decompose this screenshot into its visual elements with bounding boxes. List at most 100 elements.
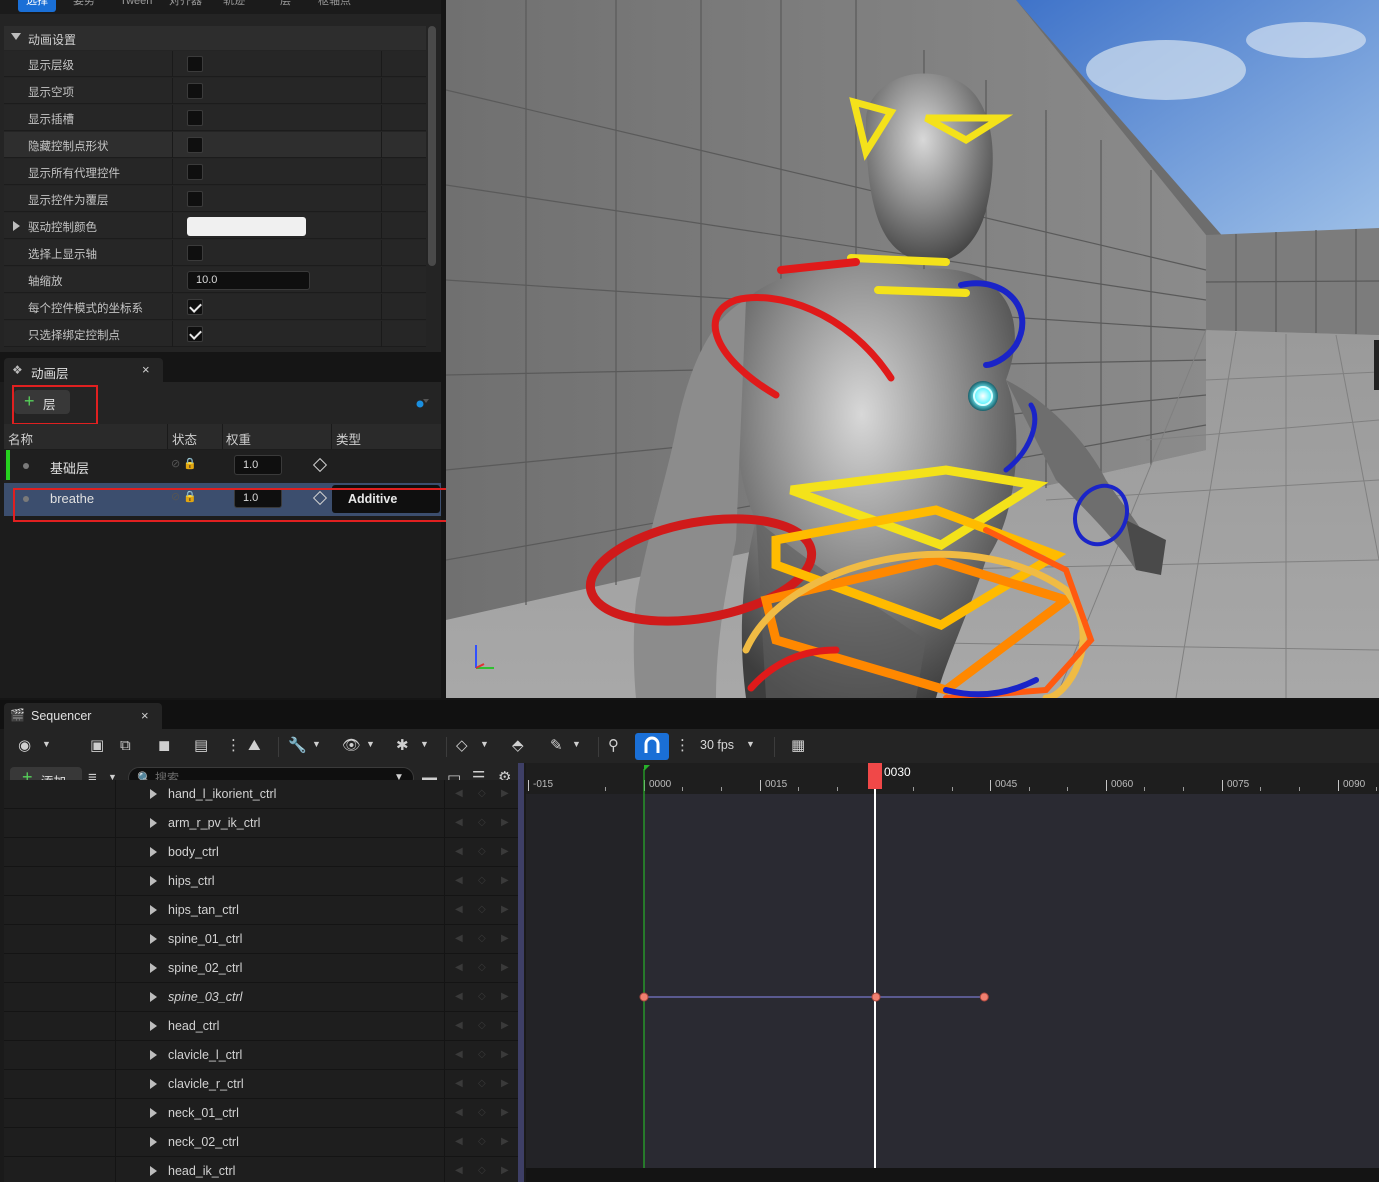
expand-arrow-icon[interactable] [150, 789, 157, 799]
chevron-down-icon[interactable]: ▼ [420, 739, 429, 749]
show-nulls-checkbox[interactable] [187, 83, 203, 99]
expand-arrow-icon[interactable] [150, 1021, 157, 1031]
expand-arrow-icon[interactable] [150, 905, 157, 915]
hide-control-shapes-checkbox[interactable] [187, 137, 203, 153]
collapse-arrow-icon[interactable] [11, 33, 21, 40]
curve-editor-icon[interactable]: ▦ [791, 737, 805, 755]
keyframe-nav[interactable]: ◀ ◇ ▶ [444, 867, 518, 896]
expand-arrow-icon[interactable] [13, 221, 20, 231]
wrench-icon[interactable]: 🔧 [288, 737, 307, 755]
show-axes-checkbox[interactable] [187, 245, 203, 261]
eye-icon[interactable]: 👁 [342, 737, 361, 755]
marker-pin-icon[interactable]: ⚲ [608, 737, 619, 755]
layer-dot-icon[interactable] [23, 496, 29, 502]
tab-pivot[interactable]: 枢轴点 [318, 0, 351, 12]
controls-as-overlay-checkbox[interactable] [187, 191, 203, 207]
add-layer-button[interactable]: + 层 [14, 390, 70, 414]
add-key-icon[interactable] [312, 457, 328, 473]
track-row[interactable]: hand_l_ikorient_ctrl ◀ ◇ ▶ [4, 780, 518, 809]
filter-icon[interactable] [416, 398, 430, 408]
lock-icon[interactable]: ⊘🔒 [171, 490, 200, 503]
keyframe[interactable] [979, 992, 989, 1002]
keyframe-nav[interactable]: ◀ ◇ ▶ [444, 954, 518, 983]
track-row[interactable]: spine_03_ctrl ◀ ◇ ▶ [4, 983, 518, 1012]
close-icon[interactable]: × [141, 708, 149, 723]
track-row[interactable]: neck_02_ctrl ◀ ◇ ▶ [4, 1128, 518, 1157]
add-key-icon[interactable] [312, 490, 328, 506]
track-row[interactable]: spine_01_ctrl ◀ ◇ ▶ [4, 925, 518, 954]
level-viewport[interactable] [446, 0, 1379, 698]
layer-type-dropdown[interactable]: Additive [332, 485, 440, 513]
expand-arrow-icon[interactable] [150, 1166, 157, 1176]
tab-anim-layers[interactable]: ❖ 动画层 × [4, 358, 163, 382]
tab-aligner[interactable]: 对齐器 [169, 0, 202, 12]
chevron-down-icon[interactable]: ▼ [572, 739, 581, 749]
save-icon[interactable]: ▣ [90, 737, 104, 755]
keyframe-nav[interactable]: ◀ ◇ ▶ [444, 896, 518, 925]
tab-select[interactable]: 选择 [18, 0, 56, 12]
expand-arrow-icon[interactable] [150, 876, 157, 886]
playback-options-icon[interactable]: ✱ [396, 737, 409, 755]
keyframe-nav[interactable]: ◀ ◇ ▶ [444, 983, 518, 1012]
more-options-icon[interactable]: ⋮ [226, 737, 241, 755]
chevron-down-icon[interactable]: ▼ [42, 739, 51, 749]
chevron-down-icon[interactable]: ▼ [312, 739, 321, 749]
keyframe-nav[interactable]: ◀ ◇ ▶ [444, 1157, 518, 1182]
select-bound-checkbox[interactable] [187, 326, 203, 342]
find-asset-icon[interactable]: ⧉ [120, 737, 131, 755]
timeline-area[interactable]: -015 0000 0015 0045 0060 0075 0090 0030 [526, 763, 1379, 1182]
keyframe-nav[interactable]: ◀ ◇ ▶ [444, 809, 518, 838]
expand-arrow-icon[interactable] [150, 1137, 157, 1147]
key-diamond-icon[interactable]: ◇ [456, 737, 468, 755]
keyframe[interactable] [639, 992, 649, 1002]
track-row[interactable]: head_ctrl ◀ ◇ ▶ [4, 1012, 518, 1041]
keyframe-nav[interactable]: ◀ ◇ ▶ [444, 1128, 518, 1157]
more-options-icon[interactable]: ⋮ [675, 737, 690, 755]
track-row[interactable]: head_ik_ctrl ◀ ◇ ▶ [4, 1157, 518, 1182]
keyframe-nav[interactable]: ◀ ◇ ▶ [444, 780, 518, 809]
camera-icon[interactable]: ◼ [158, 737, 170, 755]
world-icon[interactable]: ◉ [18, 737, 31, 755]
keyframe-nav[interactable]: ◀ ◇ ▶ [444, 925, 518, 954]
axis-scale-input[interactable]: 10.0 [187, 271, 310, 290]
layer-weight-input[interactable]: 1.0 [234, 455, 282, 475]
layer-dot-icon[interactable] [23, 463, 29, 469]
edit-brush-icon[interactable]: ✎ [550, 737, 563, 755]
chevron-down-icon[interactable]: ▼ [480, 739, 489, 749]
tab-sequencer[interactable]: 🎬 Sequencer × [4, 703, 162, 729]
layer-weight-input[interactable]: 1.0 [234, 488, 282, 508]
driven-color-swatch[interactable] [187, 217, 306, 236]
coord-system-checkbox[interactable] [187, 299, 203, 315]
chevron-down-icon[interactable]: ▼ [366, 739, 375, 749]
show-proxy-controls-checkbox[interactable] [187, 164, 203, 180]
expand-arrow-icon[interactable] [150, 847, 157, 857]
layer-row-breathe[interactable]: breathe ⊘🔒 1.0 Additive [4, 483, 441, 516]
tab-trails[interactable]: 轨迹 [223, 0, 245, 12]
tab-pose[interactable]: 姿势 [73, 0, 95, 12]
track-row[interactable]: clavicle_r_ctrl ◀ ◇ ▶ [4, 1070, 518, 1099]
chevron-down-icon[interactable]: ▼ [746, 739, 755, 749]
expand-arrow-icon[interactable] [150, 1108, 157, 1118]
keyframe-nav[interactable]: ◀ ◇ ▶ [444, 838, 518, 867]
keyframe-nav[interactable]: ◀ ◇ ▶ [444, 1041, 518, 1070]
track-row[interactable]: spine_02_ctrl ◀ ◇ ▶ [4, 954, 518, 983]
layer-row-base[interactable]: 基础层 ⊘🔒 1.0 [4, 450, 441, 483]
expand-arrow-icon[interactable] [150, 934, 157, 944]
snap-toggle-button[interactable] [635, 733, 669, 760]
timeline-scrollbar[interactable] [526, 1168, 1379, 1182]
anim-settings-header[interactable]: 动画设置 [4, 26, 426, 50]
track-row[interactable]: hips_tan_ctrl ◀ ◇ ▶ [4, 896, 518, 925]
keyframe[interactable] [871, 992, 881, 1002]
lock-icon[interactable]: ⊘🔒 [171, 457, 200, 470]
keyframe-nav[interactable]: ◀ ◇ ▶ [444, 1070, 518, 1099]
track-row[interactable]: arm_r_pv_ik_ctrl ◀ ◇ ▶ [4, 809, 518, 838]
outliner-splitter[interactable] [518, 763, 524, 1182]
expand-arrow-icon[interactable] [150, 992, 157, 1002]
render-movie-icon[interactable]: ▤ [194, 737, 208, 755]
tab-layers[interactable]: 层 [280, 0, 291, 12]
track-row[interactable]: body_ctrl ◀ ◇ ▶ [4, 838, 518, 867]
keyframe-nav[interactable]: ◀ ◇ ▶ [444, 1012, 518, 1041]
show-hierarchy-checkbox[interactable] [187, 56, 203, 72]
show-sockets-checkbox[interactable] [187, 110, 203, 126]
fps-dropdown[interactable]: 30 fps [700, 738, 734, 752]
